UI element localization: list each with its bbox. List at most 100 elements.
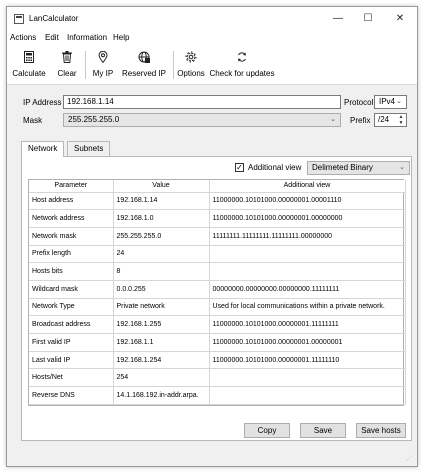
results-table: Parameter Value Additional view Host add… bbox=[28, 179, 406, 406]
reserved-ip-button[interactable]: Reserved IP bbox=[119, 45, 169, 85]
table-row[interactable]: Network mask 255.255.255.0 11111111.111111… bbox=[29, 227, 406, 246]
table-row[interactable]: Last valid IP 192.168.1.254 11000000.10101… bbox=[29, 351, 406, 370]
window-title: LanCalculator bbox=[29, 14, 79, 23]
ip-address-input[interactable]: 192.168.1.14 bbox=[63, 95, 341, 109]
app-icon bbox=[14, 14, 24, 24]
gear-icon bbox=[176, 49, 206, 69]
cell-additional: 11000000.10101000.00000001.00000001 bbox=[209, 333, 406, 352]
chevron-down-icon: ⌄ bbox=[396, 98, 402, 105]
table-row[interactable]: Broadcast address 192.168.1.255 11000000.1… bbox=[29, 315, 406, 334]
clear-label: Clear bbox=[57, 69, 77, 78]
cell-value: 24 bbox=[113, 245, 210, 264]
cell-parameter: Network address bbox=[29, 209, 114, 228]
toolbar: Calculate Clear My IP Reserved IP Option… bbox=[7, 45, 417, 85]
tab-subnets[interactable]: Subnets bbox=[67, 141, 111, 156]
cell-parameter: Network mask bbox=[29, 227, 114, 246]
my-ip-button[interactable]: My IP bbox=[89, 45, 117, 85]
minimize-button[interactable]: — bbox=[327, 10, 349, 28]
cell-additional: 11000000.10101000.00000001.11111110 bbox=[209, 351, 406, 370]
cell-additional bbox=[209, 245, 406, 264]
additional-view-checkbox[interactable]: ✓ bbox=[235, 163, 244, 172]
app-window: LanCalculator — ☐ ✕ Actions Edit Informa… bbox=[6, 6, 418, 467]
cell-additional: 11000000.10101000.00000001.11111111 bbox=[209, 315, 406, 334]
table-row[interactable]: Prefix length 24 bbox=[29, 245, 406, 264]
cell-value: 0.0.0.255 bbox=[113, 280, 210, 299]
table-row[interactable]: Reverse DNS 14.1.168.192.in-addr.arpa. bbox=[29, 386, 406, 405]
options-label: Options bbox=[177, 69, 205, 78]
protocol-label: Protocol bbox=[344, 98, 374, 107]
menu-information[interactable]: Information bbox=[67, 33, 107, 42]
save-hosts-button[interactable]: Save hosts bbox=[356, 423, 406, 438]
cell-value: 14.1.168.192.in-addr.arpa. bbox=[113, 386, 210, 405]
cell-parameter: Prefix length bbox=[29, 245, 114, 264]
chevron-down-icon: ⌄ bbox=[330, 116, 336, 123]
protocol-value: IPv4 bbox=[379, 97, 396, 106]
menu-help[interactable]: Help bbox=[113, 33, 129, 42]
clear-button[interactable]: Clear bbox=[54, 45, 80, 85]
toolbar-separator bbox=[85, 51, 86, 79]
table-header-row: Parameter Value Additional view bbox=[29, 180, 406, 193]
calculator-icon bbox=[9, 49, 49, 69]
column-header-additional: Additional view bbox=[209, 180, 406, 193]
cell-value: Private network bbox=[113, 298, 210, 317]
check-updates-button[interactable]: Check for updates bbox=[208, 45, 276, 85]
cell-value: 192.168.1.14 bbox=[113, 192, 210, 211]
mask-label: Mask bbox=[23, 116, 43, 125]
menu-actions[interactable]: Actions bbox=[10, 33, 36, 42]
my-ip-label: My IP bbox=[92, 69, 114, 78]
prefix-value: /24 bbox=[378, 115, 390, 124]
prefix-label: Prefix bbox=[350, 116, 371, 125]
ip-address-label: IP Address bbox=[23, 98, 62, 107]
cell-additional: 11111111.11111111.11111111.00000000 bbox=[209, 227, 406, 246]
cell-value: 192.168.1.254 bbox=[113, 351, 210, 370]
tab-network[interactable]: Network bbox=[21, 141, 65, 157]
toolbar-separator bbox=[173, 51, 174, 79]
cell-parameter: Broadcast address bbox=[29, 315, 114, 334]
spin-arrows-icon[interactable]: ▲ ▼ bbox=[397, 114, 405, 126]
status-bar: ⋰ bbox=[7, 448, 417, 466]
cell-additional: Used for local communications within a p… bbox=[209, 298, 406, 317]
table-row[interactable]: First valid IP 192.168.1.1 11000000.101010… bbox=[29, 333, 406, 352]
format-select[interactable]: Delimeted Binary ⌄ bbox=[307, 161, 410, 175]
cell-parameter: Last valid IP bbox=[29, 351, 114, 370]
cell-parameter: Hosts/Net bbox=[29, 368, 114, 388]
cell-additional bbox=[209, 262, 406, 281]
title-bar: LanCalculator — ☐ ✕ bbox=[7, 7, 417, 31]
maximize-button[interactable]: ☐ bbox=[357, 10, 379, 28]
chevron-down-icon: ⌄ bbox=[399, 164, 405, 171]
table-row[interactable]: Network address 192.168.1.0 11000000.10101… bbox=[29, 209, 406, 228]
cell-parameter: Wildcard mask bbox=[29, 280, 114, 299]
additional-view-label: Additional view bbox=[248, 163, 302, 172]
column-header-value: Value bbox=[113, 180, 210, 193]
table-row[interactable]: Hosts/Net 254 bbox=[29, 368, 406, 388]
close-button[interactable]: ✕ bbox=[389, 10, 411, 28]
cell-value: 254 bbox=[113, 368, 210, 388]
cell-parameter: Reverse DNS bbox=[29, 386, 114, 405]
cell-additional bbox=[209, 386, 406, 405]
menu-bar: Actions Edit Information Help bbox=[7, 31, 417, 45]
cell-additional: 11000000.10101000.00000001.00001110 bbox=[209, 192, 406, 211]
save-button[interactable]: Save bbox=[300, 423, 346, 438]
reserved-ip-label: Reserved IP bbox=[121, 69, 167, 78]
menu-edit[interactable]: Edit bbox=[45, 33, 59, 42]
table-row[interactable]: Network Type Private network Used for loca… bbox=[29, 298, 406, 317]
cell-parameter: Host address bbox=[29, 192, 114, 211]
cell-value: 192.168.1.1 bbox=[113, 333, 210, 352]
cell-value: 192.168.1.255 bbox=[113, 315, 210, 334]
table-row[interactable]: Hosts bits 8 bbox=[29, 262, 406, 281]
table-row[interactable]: Host address 192.168.1.14 11000000.1010100… bbox=[29, 192, 406, 211]
refresh-icon bbox=[208, 49, 276, 69]
protocol-select[interactable]: IPv4 ⌄ bbox=[374, 95, 407, 109]
cell-value: 8 bbox=[113, 262, 210, 281]
mask-select[interactable]: 255.255.255.0 ⌄ bbox=[63, 113, 341, 127]
network-panel: ✓ Additional view Delimeted Binary ⌄ Par… bbox=[21, 156, 412, 441]
cell-additional: 00000000.00000000.00000000.11111111 bbox=[209, 280, 406, 299]
resize-grip-icon[interactable]: ⋰ bbox=[406, 455, 414, 463]
options-button[interactable]: Options bbox=[176, 45, 206, 85]
prefix-spinbox[interactable]: /24 ▲ ▼ bbox=[374, 113, 407, 127]
location-pin-icon bbox=[89, 49, 117, 69]
calculate-button[interactable]: Calculate bbox=[9, 45, 49, 85]
copy-button[interactable]: Copy bbox=[244, 423, 290, 438]
table-row[interactable]: Wildcard mask 0.0.0.255 00000000.00000000.… bbox=[29, 280, 406, 299]
cell-additional bbox=[209, 368, 406, 388]
